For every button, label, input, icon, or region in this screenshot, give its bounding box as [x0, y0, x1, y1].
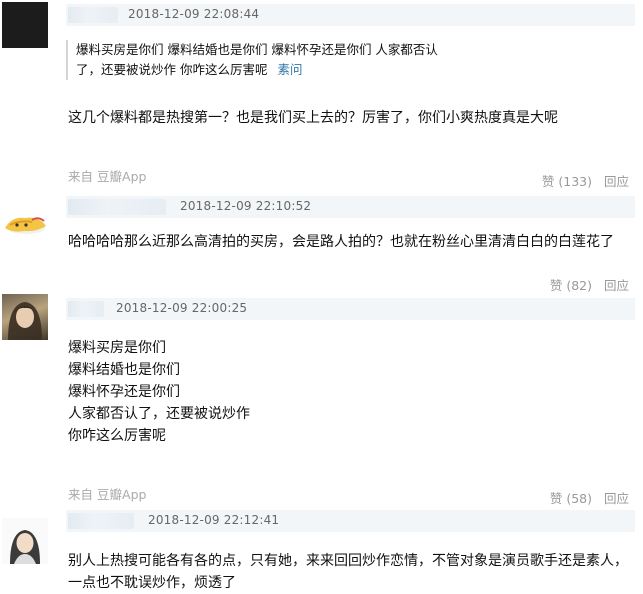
comment-text-line: 爆料怀孕还是你们: [68, 384, 180, 400]
source-app-link[interactable]: 豆瓣App: [97, 169, 146, 184]
comment-meta: 2018-12-09 22:00:25: [66, 298, 635, 320]
avatar[interactable]: [2, 198, 48, 244]
comment-text-line: 人家都否认了，还要被说炒作: [68, 406, 250, 422]
comment-1: 2018-12-09 22:08:44 爆料买房是你们 爆料结婚也是你们 爆料怀…: [0, 0, 643, 192]
reply-button[interactable]: 回应: [604, 491, 629, 506]
quote-username-link[interactable]: 素问: [277, 62, 302, 77]
reply-button[interactable]: 回应: [604, 278, 629, 293]
comment-meta: 2018-12-09 22:08:44: [66, 4, 635, 26]
source-app-link[interactable]: 豆瓣App: [97, 487, 146, 502]
comment-2: 2018-12-09 22:10:52 哈哈哈哈那么近那么高清拍的买房，会是路人…: [0, 190, 643, 296]
comment-text-line: 别人上热搜可能各有各的点，只有她，来来回回炒作恋情，不管对象是演员歌手还是素人，: [68, 553, 628, 569]
comment-text-line: 爆料结婚也是你们: [68, 362, 180, 378]
quoted-reply: 爆料买房是你们 爆料结婚也是你们 爆料怀孕还是你们 人家都否认 了，还要被说炒作…: [66, 40, 471, 80]
reply-button[interactable]: 回应: [604, 174, 629, 189]
comment-3: 2018-12-09 22:00:25 爆料买房是你们 爆料结婚也是你们 爆料怀…: [0, 294, 643, 508]
comment-actions: 赞 (133) 回应: [542, 171, 629, 190]
comment-text: 这几个爆料都是热搜第一？也是我们买上去的？厉害了，你们小爽热度真是大呢: [68, 110, 558, 126]
quote-line: 了，还要被说炒作 你咋这么厉害呢: [76, 62, 268, 77]
comment-source: 来自 豆瓣App: [68, 484, 146, 503]
source-label: 来自: [68, 169, 94, 184]
username-blurred[interactable]: [68, 7, 118, 23]
user-photo-icon: [2, 518, 48, 564]
like-button[interactable]: 赞 (82): [550, 278, 592, 293]
comment-meta: 2018-12-09 22:12:41: [66, 510, 635, 532]
avatar[interactable]: [2, 518, 48, 564]
avatar[interactable]: [2, 294, 48, 340]
source-label: 来自: [68, 487, 94, 502]
quote-line: 爆料买房是你们 爆料结婚也是你们 爆料怀孕还是你们 人家都否认: [76, 42, 438, 57]
user-photo-icon: [8, 302, 42, 340]
username-blurred[interactable]: [68, 199, 166, 215]
like-button[interactable]: 赞 (133): [542, 174, 592, 189]
comment-meta: 2018-12-09 22:10:52: [66, 196, 635, 218]
comment-actions: 赞 (58) 回应: [550, 488, 629, 507]
username-blurred[interactable]: [68, 301, 104, 317]
avatar[interactable]: [2, 2, 48, 48]
comment-time: 2018-12-09 22:10:52: [180, 199, 312, 213]
username-blurred[interactable]: [68, 513, 134, 529]
comment-time: 2018-12-09 22:00:25: [116, 301, 248, 315]
comment-text-line: 一点也不耽误炒作，烦透了: [68, 575, 236, 591]
like-button[interactable]: 赞 (58): [550, 491, 592, 506]
comment-actions: 赞 (82) 回应: [550, 275, 629, 294]
egg-character-icon: [5, 217, 46, 234]
comment-text-line: 你咋这么厉害呢: [68, 428, 166, 444]
comment-text: 哈哈哈哈那么近那么高清拍的买房，会是路人拍的？也就在粉丝心里清清白白的白莲花了: [68, 234, 614, 250]
comment-source: 来自 豆瓣App: [68, 166, 146, 185]
comment-time: 2018-12-09 22:08:44: [128, 7, 260, 21]
comment-text-line: 爆料买房是你们: [68, 340, 166, 356]
comment-time: 2018-12-09 22:12:41: [148, 513, 280, 527]
comment-4: 2018-12-09 22:12:41 别人上热搜可能各有各的点，只有她，来来回…: [0, 506, 643, 591]
